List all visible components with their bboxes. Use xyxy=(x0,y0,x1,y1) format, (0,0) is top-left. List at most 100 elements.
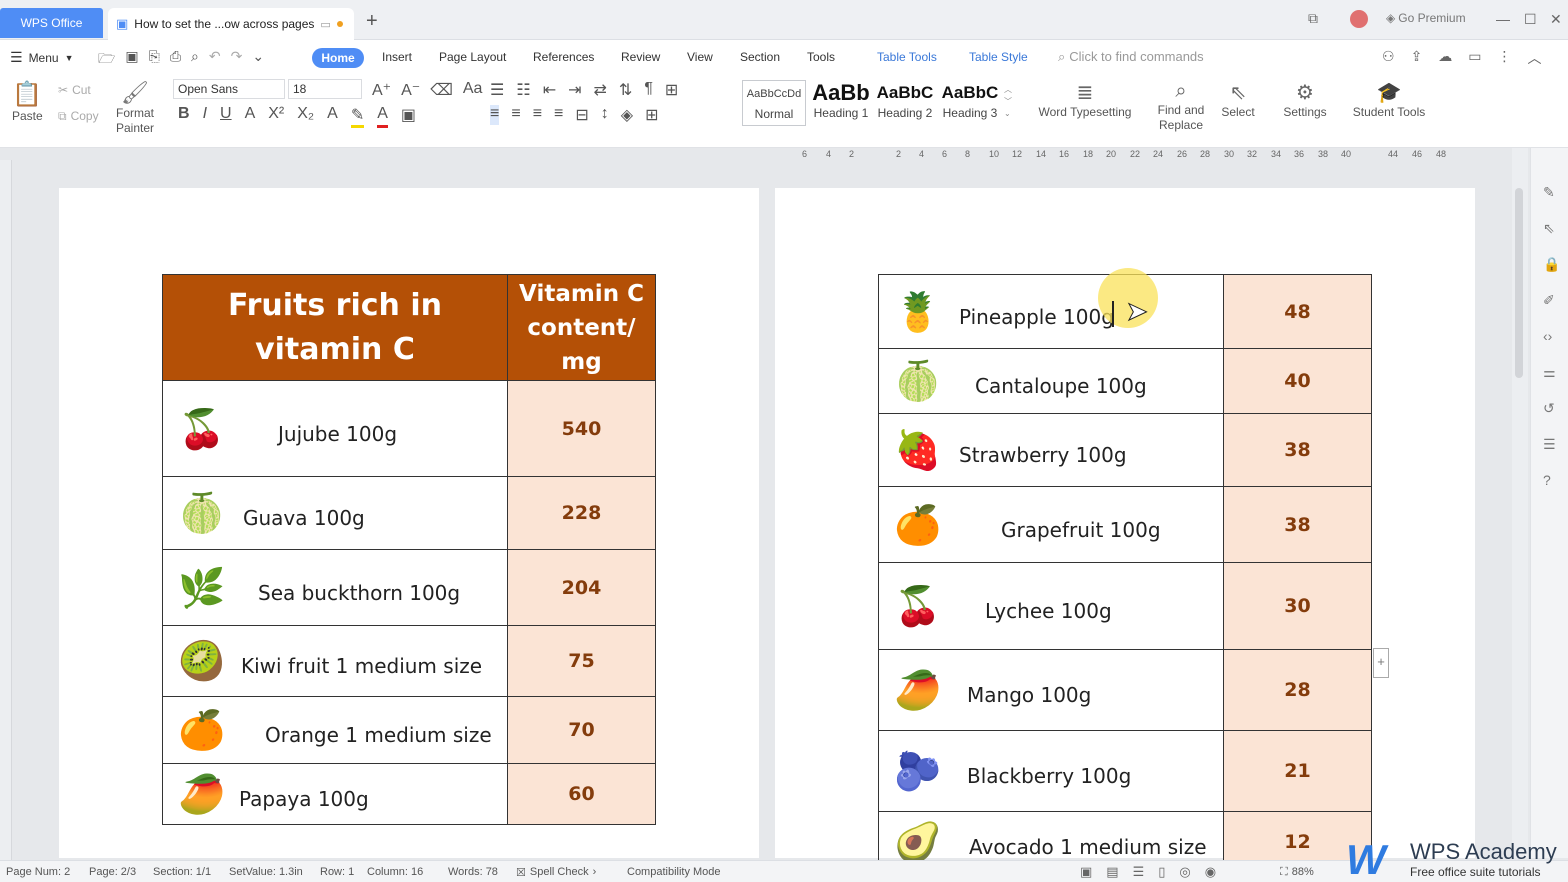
style-heading-2[interactable]: AaBbC Heading 2 xyxy=(874,80,936,126)
tab-home[interactable]: Home xyxy=(312,48,364,68)
menu-button[interactable]: ☰ Menu ▼ xyxy=(10,49,74,66)
go-premium-button[interactable]: ◈ Go Premium xyxy=(1386,11,1466,25)
highlight-icon[interactable]: ✎ xyxy=(350,105,365,128)
collapse-ribbon-icon[interactable]: ︿ xyxy=(1528,48,1542,68)
comment-icon[interactable]: ▭ xyxy=(1468,48,1481,68)
numbered-list-icon[interactable]: ☷ xyxy=(516,80,530,100)
share-user-icon[interactable]: ⚇ xyxy=(1382,48,1395,68)
orange-icon[interactable]: 🍊 xyxy=(169,701,235,760)
fruit-cell[interactable]: 🍒 Lychee 100g xyxy=(878,562,1224,650)
style-heading-3[interactable]: AaBbC Heading 3 xyxy=(938,80,1002,126)
history-icon[interactable]: ↺ xyxy=(1543,400,1555,417)
strikethrough-icon[interactable]: A xyxy=(245,105,256,128)
superscript-icon[interactable]: X² xyxy=(268,105,284,128)
fruit-cell[interactable]: 🥭 Mango 100g xyxy=(878,649,1224,731)
find-replace-button[interactable]: ⌕ Find and Replace xyxy=(1154,80,1208,133)
decrease-indent-icon[interactable]: ⇤ xyxy=(543,80,556,100)
copy-button[interactable]: ⧉ Copy xyxy=(58,109,99,124)
read-mode-icon[interactable]: ▯ xyxy=(1158,864,1165,880)
avatar[interactable] xyxy=(1350,10,1368,28)
print-icon[interactable]: ⎙ xyxy=(170,48,181,72)
vitamin-value-cell[interactable]: 228 xyxy=(507,476,656,550)
char-border-icon[interactable]: ▣ xyxy=(401,105,416,128)
fruit-cell[interactable]: 🍍 Pineapple 100g xyxy=(878,274,1224,349)
table-row[interactable]: 🍈 Cantaloupe 100g 40 xyxy=(878,348,1372,414)
cursor-select-icon[interactable]: ⇖ xyxy=(1543,220,1555,237)
vitamin-table-page2[interactable]: 🍍 Pineapple 100g 48 🍈 Cantaloupe 100g 40 🍓 Stra… xyxy=(878,274,1372,872)
save-icon[interactable]: ▣ xyxy=(125,48,138,72)
paragraph-mark-icon[interactable]: ¶ xyxy=(644,80,653,100)
word-typesetting-button[interactable]: ≣ Word Typesetting xyxy=(1034,80,1136,120)
redo-icon[interactable]: ↷ xyxy=(231,48,243,72)
vitamin-value-cell[interactable]: 38 xyxy=(1223,486,1372,563)
vitamin-value-cell[interactable]: 30 xyxy=(1223,562,1372,650)
fruit-cell[interactable]: 🍒 Jujube 100g xyxy=(162,380,508,477)
line-spacing-icon[interactable]: ↕ xyxy=(601,105,609,125)
paste-button[interactable]: 📋 Paste xyxy=(12,80,43,124)
fruit-cell[interactable]: 🍈 Guava 100g xyxy=(162,476,508,550)
shrink-font-icon[interactable]: A⁻ xyxy=(401,80,420,100)
fruit-cell[interactable]: 🍊 Grapefruit 100g xyxy=(878,486,1224,563)
table-row[interactable]: 🌿 Sea buckthorn 100g 204 xyxy=(162,549,656,626)
sliders-icon[interactable]: ⚌ xyxy=(1543,364,1556,381)
font-name-select[interactable]: Open Sans xyxy=(173,79,285,99)
style-normal[interactable]: AaBbCcDd Normal xyxy=(742,80,806,126)
blackberry-icon[interactable]: 🫐 xyxy=(885,735,951,808)
status-page[interactable]: Page: 2/3 xyxy=(89,866,136,878)
document-tab[interactable]: ▣ How to set the ...ow across pages ▭ xyxy=(108,8,354,40)
fruit-cell[interactable]: 🍊 Orange 1 medium size xyxy=(162,696,508,764)
wps-office-tab[interactable]: WPS Office xyxy=(0,8,103,38)
papaya-icon[interactable]: 🥭 xyxy=(169,768,235,821)
table-row[interactable]: 🫐 Blackberry 100g 21 xyxy=(878,730,1372,812)
increase-indent-icon[interactable]: ⇥ xyxy=(568,80,581,100)
table-row[interactable]: 🥭 Mango 100g 28 xyxy=(878,649,1372,731)
sea-buckthorn-icon[interactable]: 🌿 xyxy=(169,554,235,622)
outline-icon[interactable]: ☰ xyxy=(1543,436,1556,453)
tab-insert[interactable]: Insert xyxy=(382,50,412,64)
fruit-cell[interactable]: 🫐 Blackberry 100g xyxy=(878,730,1224,812)
tab-tools[interactable]: Tools xyxy=(807,50,835,64)
clear-format-icon[interactable]: ⌫ xyxy=(430,80,453,100)
pen-icon[interactable]: ✎ xyxy=(1543,184,1555,201)
minimize-button[interactable]: — xyxy=(1496,11,1510,27)
cut-button[interactable]: ✂ Cut xyxy=(58,83,91,98)
outline-view-icon[interactable]: ☰ xyxy=(1133,864,1145,880)
fruit-cell[interactable]: 🍈 Cantaloupe 100g xyxy=(878,348,1224,414)
align-right-icon[interactable]: ≡ xyxy=(533,105,542,125)
table-row[interactable]: 🥝 Kiwi fruit 1 medium size 75 xyxy=(162,625,656,697)
tab-list-icon[interactable]: ⧉ xyxy=(1308,10,1318,27)
student-tools-button[interactable]: 🎓 Student Tools xyxy=(1348,80,1430,120)
vertical-ruler[interactable] xyxy=(0,160,12,860)
edit-doc-icon[interactable]: ✐ xyxy=(1543,292,1555,309)
format-painter-button[interactable]: 🖌 Format Painter xyxy=(114,80,156,136)
web-view-icon[interactable]: ◎ xyxy=(1179,864,1190,880)
vitamin-value-cell[interactable]: 40 xyxy=(1223,348,1372,414)
undo-icon[interactable]: ↶ xyxy=(209,48,221,72)
text-direction-icon[interactable]: ⇄ xyxy=(594,80,607,100)
strawberry-icon[interactable]: 🍓 xyxy=(885,418,951,483)
table-row[interactable]: 🍓 Strawberry 100g 38 xyxy=(878,413,1372,487)
vitamin-value-cell[interactable]: 21 xyxy=(1223,730,1372,812)
status-setvalue[interactable]: SetValue: 1.3in xyxy=(229,866,303,878)
fruit-cell[interactable]: 🥝 Kiwi fruit 1 medium size xyxy=(162,625,508,697)
more-icon[interactable]: ⋮ xyxy=(1498,48,1512,68)
select-button[interactable]: ⇖ Select xyxy=(1216,80,1260,120)
status-words[interactable]: Words: 78 xyxy=(448,866,498,878)
focus-mode-icon[interactable]: ▣ xyxy=(1080,864,1092,880)
horizontal-ruler[interactable]: 6 4 2 2 4 6 8 10 12 14 16 18 20 22 24 26 28 30 32 34 36 38 40 4… xyxy=(0,148,1510,162)
table-row[interactable]: 🍊 Orange 1 medium size 70 xyxy=(162,696,656,764)
vitamin-value-cell[interactable]: 204 xyxy=(507,549,656,626)
header-fruits[interactable]: Fruits rich in vitamin C xyxy=(162,274,508,381)
table-row[interactable]: 🍊 Grapefruit 100g 38 xyxy=(878,486,1372,563)
table-row[interactable]: 🍈 Guava 100g 228 xyxy=(162,476,656,550)
cloud-icon[interactable]: ☁ xyxy=(1438,48,1452,68)
sort-icon[interactable]: ⇅ xyxy=(619,80,632,100)
table-row[interactable]: 🍒 Jujube 100g 540 xyxy=(162,380,656,477)
kiwi-icon[interactable]: 🥝 xyxy=(169,630,235,693)
customize-icon[interactable]: ⌄ xyxy=(252,48,264,72)
fruit-cell[interactable]: 🥭 Papaya 100g xyxy=(162,763,508,825)
page-view-icon[interactable]: ▤ xyxy=(1106,864,1118,880)
grapefruit-icon[interactable]: 🍊 xyxy=(885,491,951,559)
tab-view[interactable]: View xyxy=(687,50,713,64)
mango-icon[interactable]: 🥭 xyxy=(885,654,951,727)
